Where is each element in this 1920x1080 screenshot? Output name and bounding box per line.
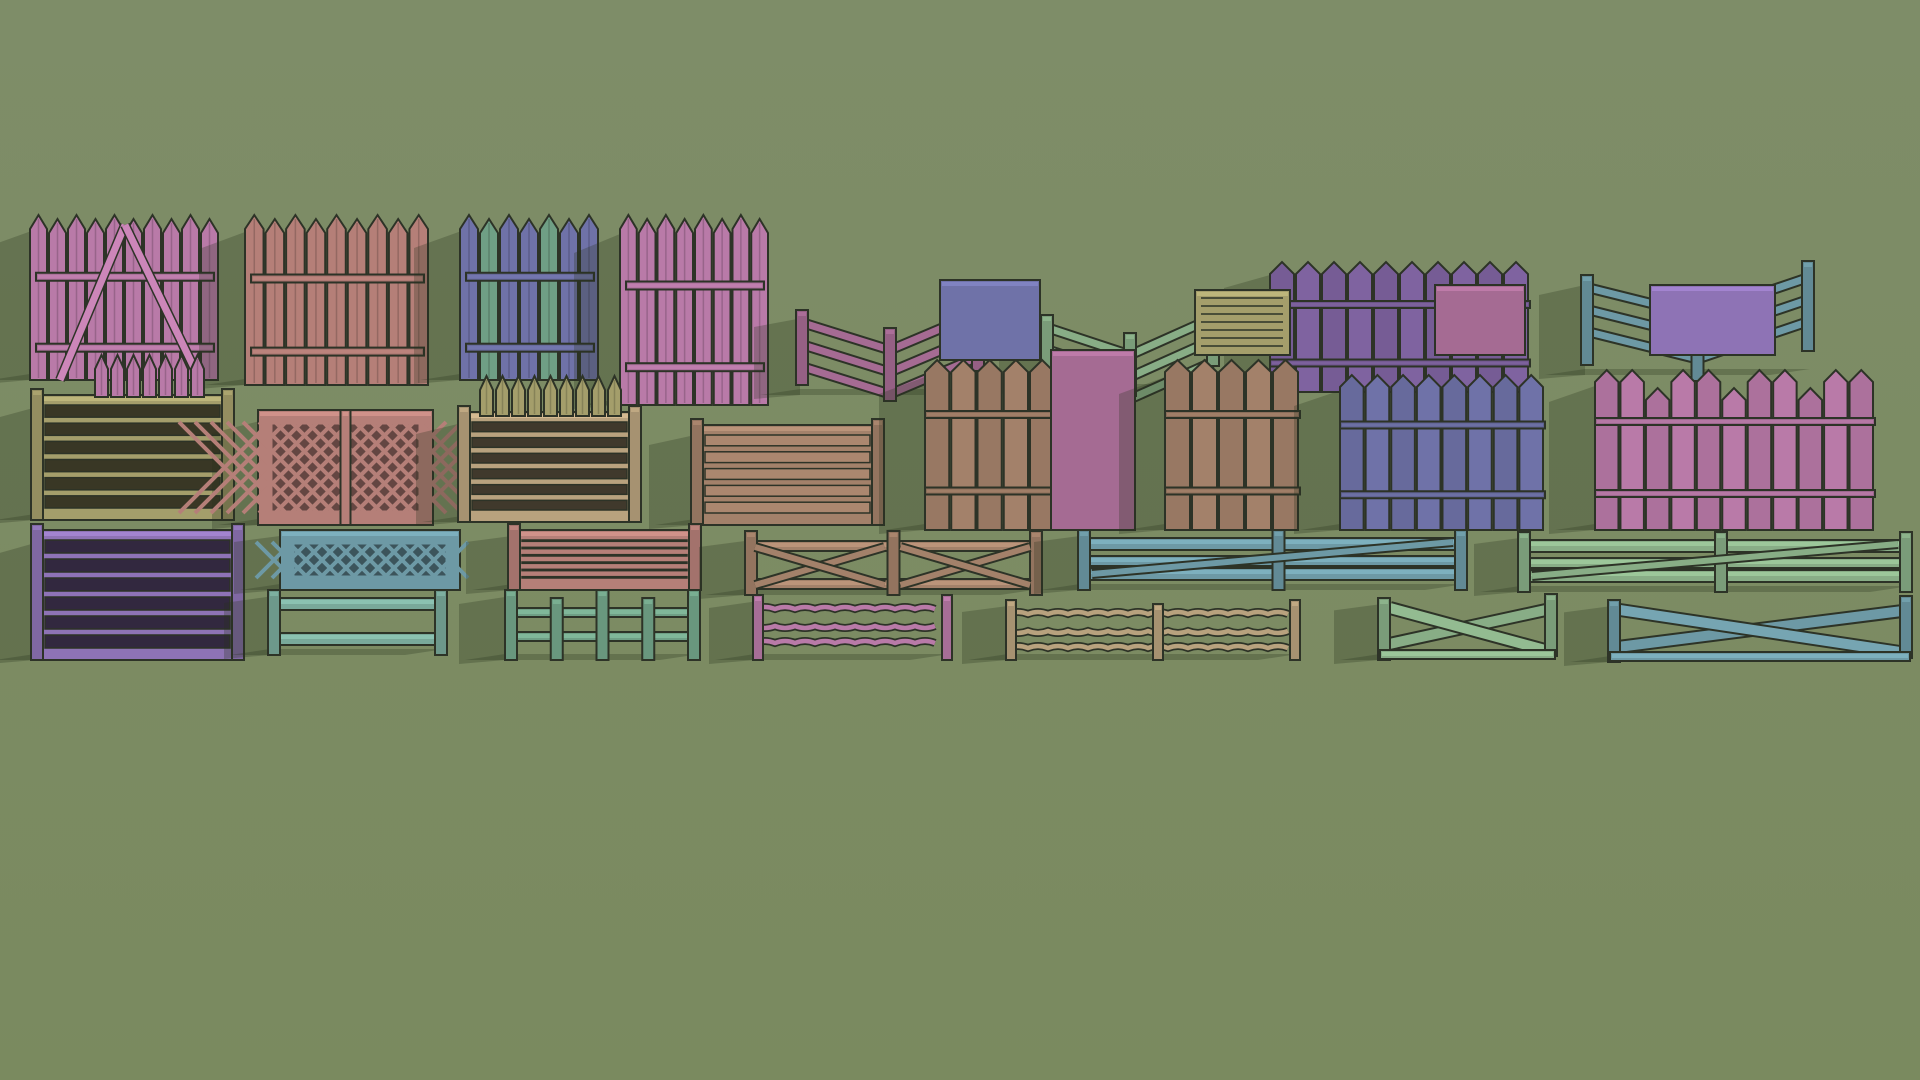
twig-rail-tan[interactable] [962,599,1301,664]
tall-stakes-wall[interactable] [199,213,430,389]
long-rail-teal[interactable] [1034,529,1468,594]
tall-stakes-crossed[interactable] [0,213,220,384]
low-slat-violet[interactable] [0,523,245,664]
fence-asset-showcase-viewport[interactable] [0,0,1920,1080]
stakes-group-blue-green[interactable] [414,213,600,384]
lattice-low-teal[interactable] [234,529,470,594]
long-rail-green[interactable] [1474,531,1913,596]
stakes-group-pink[interactable] [574,213,770,409]
